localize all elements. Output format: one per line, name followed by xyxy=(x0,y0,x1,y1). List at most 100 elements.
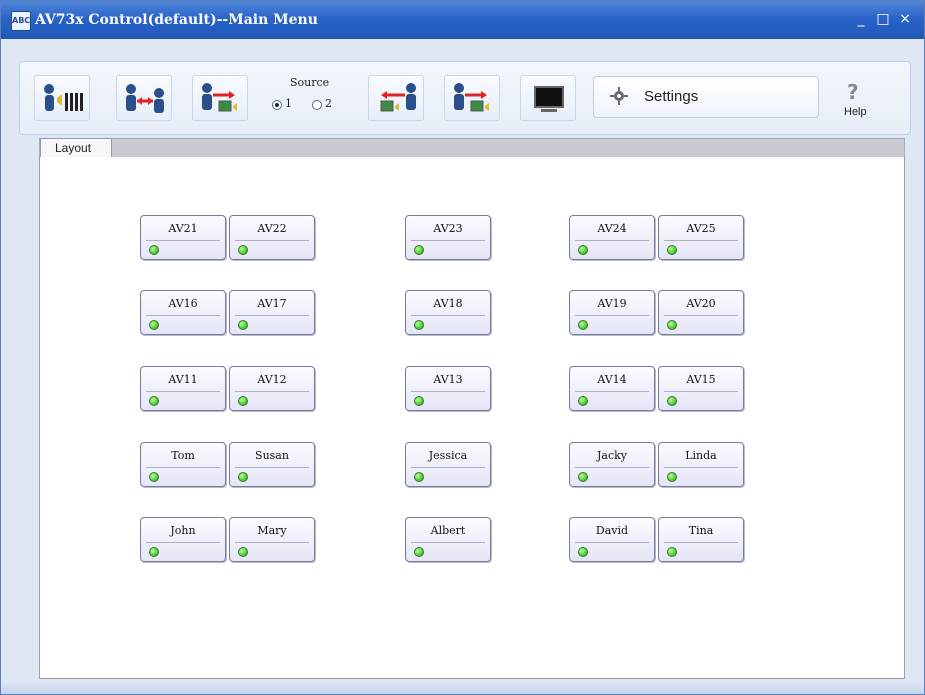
device-button[interactable]: AV16 xyxy=(140,290,226,335)
device-label: AV21 xyxy=(168,222,198,235)
status-led-icon xyxy=(667,472,677,482)
status-led-icon xyxy=(238,547,248,557)
device-button[interactable]: Tom xyxy=(140,442,226,487)
device-divider xyxy=(235,315,309,316)
audio-video-button[interactable] xyxy=(34,75,90,121)
source-selector: Source 1 2 xyxy=(268,70,346,122)
device-label: Albert xyxy=(430,524,466,537)
help-button[interactable]: ? Help xyxy=(840,80,874,120)
device-divider xyxy=(411,315,485,316)
device-divider xyxy=(575,315,649,316)
close-button[interactable]: × xyxy=(897,11,913,27)
status-led-icon xyxy=(149,472,159,482)
tab-layout-label: Layout xyxy=(55,141,92,155)
gear-icon xyxy=(610,87,628,105)
source-radio-2-label: 2 xyxy=(325,97,332,110)
help-icon: ? xyxy=(847,80,859,104)
device-divider xyxy=(664,391,738,392)
status-led-icon xyxy=(578,245,588,255)
device-label: AV13 xyxy=(433,373,463,386)
device-label: Jacky xyxy=(596,449,627,462)
app-icon: ABC xyxy=(11,11,31,31)
device-divider xyxy=(146,391,220,392)
status-led-icon xyxy=(149,245,159,255)
status-led-icon xyxy=(414,547,424,557)
status-led-icon xyxy=(414,245,424,255)
device-label: David xyxy=(595,524,629,537)
main-window: ABC AV73x Control(default)--Main Menu _ … xyxy=(0,0,925,695)
title-bar[interactable]: ABC AV73x Control(default)--Main Menu _ … xyxy=(1,1,924,39)
device-divider xyxy=(146,240,220,241)
device-button[interactable]: Jacky xyxy=(569,442,655,487)
toolbar: Source 1 2 Settings ? Help xyxy=(19,61,911,135)
device-divider xyxy=(235,542,309,543)
device-label: Tina xyxy=(688,524,714,537)
device-button[interactable]: John xyxy=(140,517,226,562)
device-button[interactable]: AV13 xyxy=(405,366,491,411)
minimize-button[interactable]: _ xyxy=(853,11,869,27)
source-radio-1[interactable] xyxy=(272,100,282,110)
monitor-icon xyxy=(534,86,564,112)
status-led-icon xyxy=(238,472,248,482)
user-to-screen-button[interactable] xyxy=(192,75,248,121)
device-divider xyxy=(235,467,309,468)
maximize-button[interactable]: □ xyxy=(875,11,891,27)
device-label: AV12 xyxy=(257,373,287,386)
device-button[interactable]: AV19 xyxy=(569,290,655,335)
screen-to-user-button[interactable] xyxy=(368,75,424,121)
device-button[interactable]: Tina xyxy=(658,517,744,562)
device-button[interactable]: David xyxy=(569,517,655,562)
device-button[interactable]: AV15 xyxy=(658,366,744,411)
source-radio-2[interactable] xyxy=(312,100,322,110)
device-divider xyxy=(664,240,738,241)
device-divider xyxy=(664,467,738,468)
device-button[interactable]: AV14 xyxy=(569,366,655,411)
settings-label: Settings xyxy=(644,88,699,105)
window-bottom-frame xyxy=(1,681,924,694)
device-button[interactable]: Susan xyxy=(229,442,315,487)
device-button[interactable]: AV11 xyxy=(140,366,226,411)
device-label: AV24 xyxy=(597,222,627,235)
user-screen-icon xyxy=(202,83,237,112)
user-device-icon xyxy=(454,83,489,112)
device-button[interactable]: Jessica xyxy=(405,442,491,487)
status-led-icon xyxy=(578,547,588,557)
user-to-device-button[interactable] xyxy=(444,75,500,121)
device-divider xyxy=(575,542,649,543)
device-divider xyxy=(575,240,649,241)
device-button[interactable]: Mary xyxy=(229,517,315,562)
device-button[interactable]: AV25 xyxy=(658,215,744,260)
device-button[interactable]: AV17 xyxy=(229,290,315,335)
device-label: Linda xyxy=(685,449,717,462)
device-label: Jessica xyxy=(428,449,468,462)
status-led-icon xyxy=(667,547,677,557)
user-to-user-button[interactable] xyxy=(116,75,172,121)
device-button[interactable]: AV23 xyxy=(405,215,491,260)
device-divider xyxy=(575,391,649,392)
device-button[interactable]: AV18 xyxy=(405,290,491,335)
screen-user-icon xyxy=(380,83,416,112)
monitor-button[interactable] xyxy=(520,75,576,121)
tab-layout[interactable]: Layout xyxy=(40,138,112,158)
device-label: AV11 xyxy=(168,373,198,386)
layout-panel: AV21 AV22 AV23 AV24 AV25 AV16 AV17 AV18 AV19 AV20… xyxy=(39,157,905,679)
status-led-icon xyxy=(238,245,248,255)
device-divider xyxy=(575,467,649,468)
device-label: AV22 xyxy=(257,222,287,235)
device-divider xyxy=(235,391,309,392)
device-label: Tom xyxy=(171,449,195,462)
device-button[interactable]: Albert xyxy=(405,517,491,562)
device-button[interactable]: AV20 xyxy=(658,290,744,335)
device-label: AV18 xyxy=(433,297,463,310)
status-led-icon xyxy=(238,320,248,330)
settings-button[interactable]: Settings xyxy=(593,76,819,118)
source-label: Source xyxy=(290,76,330,89)
status-led-icon xyxy=(667,396,677,406)
person-audio-icon xyxy=(44,84,83,111)
device-label: Susan xyxy=(255,449,289,462)
device-button[interactable]: Linda xyxy=(658,442,744,487)
device-button[interactable]: AV24 xyxy=(569,215,655,260)
device-button[interactable]: AV21 xyxy=(140,215,226,260)
device-button[interactable]: AV12 xyxy=(229,366,315,411)
device-button[interactable]: AV22 xyxy=(229,215,315,260)
